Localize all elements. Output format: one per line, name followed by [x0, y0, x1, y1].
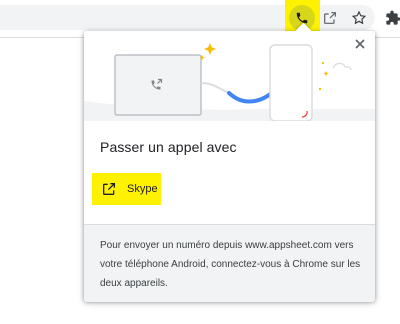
laptop-icon [114, 54, 202, 116]
skype-option[interactable]: Skype [92, 173, 161, 205]
close-icon[interactable] [352, 36, 368, 52]
puzzle-icon[interactable] [380, 5, 400, 31]
illustration [84, 31, 375, 121]
skype-label: Skype [127, 183, 158, 195]
click-to-call-dialog: Passer un appel avec Skype Pour envoyer … [84, 22, 375, 302]
dialog-footer: Pour envoyer un numéro depuis www.appshe… [84, 224, 375, 302]
footer-text: Pour envoyer un numéro depuis www.appshe… [100, 240, 361, 289]
phone-device-icon [269, 44, 313, 121]
dialog-title: Passer un appel avec [100, 139, 237, 155]
share-icon[interactable] [317, 5, 343, 31]
open-in-new-icon [101, 181, 117, 197]
star-icon[interactable] [346, 5, 372, 31]
